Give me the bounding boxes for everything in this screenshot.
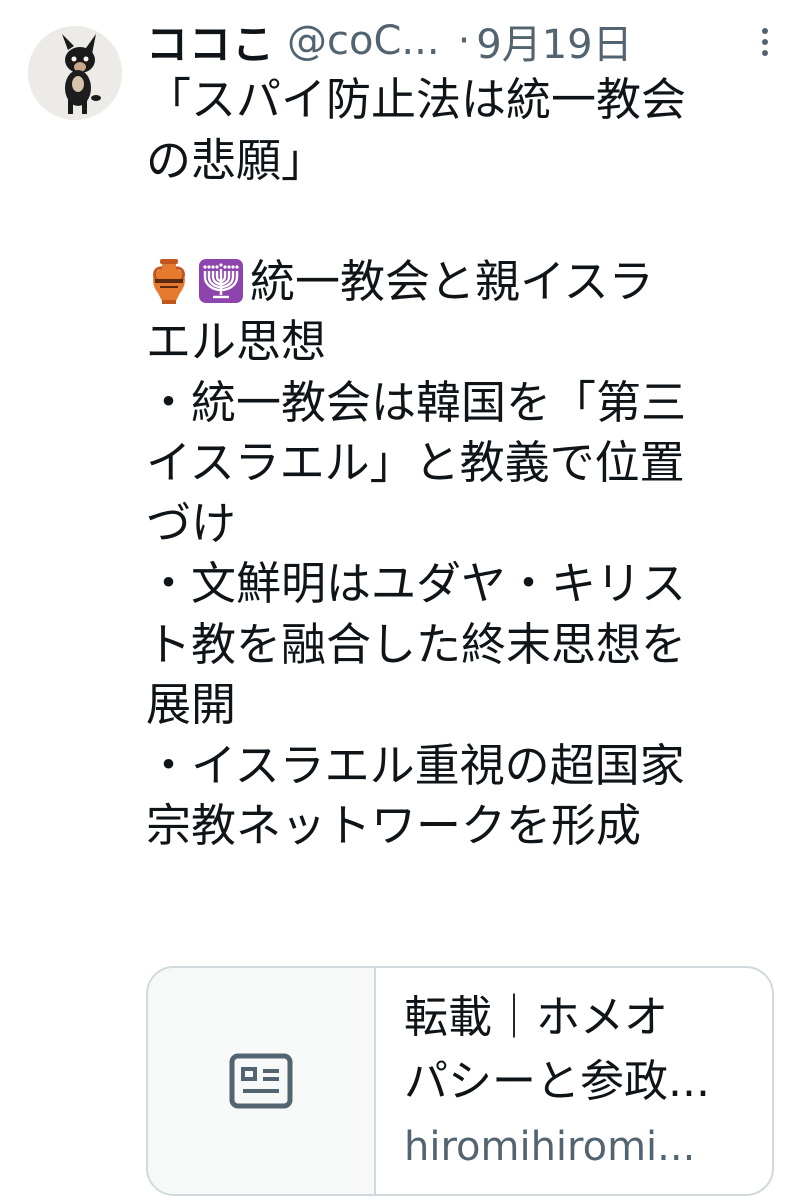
- tweet-text-line: 宗教ネットワークを形成: [146, 799, 642, 852]
- tweet-text-line: エル思想: [146, 315, 327, 368]
- tweet-text-line: づけ: [146, 496, 237, 550]
- author-avatar[interactable]: [28, 26, 122, 120]
- card-domain: hiromihiromi...: [404, 1124, 696, 1170]
- author-handle[interactable]: @coC...: [287, 18, 440, 64]
- tweet-text-line: 「スパイ防止法は統一教会: [146, 73, 687, 126]
- amphora-emoji: [146, 257, 192, 305]
- card-title-line: パシーと参政...: [404, 1056, 710, 1107]
- tweet-text-line: ト教を融合した終末思想を: [146, 617, 687, 671]
- tweet-text: 「スパイ防止法は統一教会 の悲願」 統一教会と親イスラエル思想・統一教会は韓国を「…: [146, 70, 786, 857]
- tweet-text-line: の悲願」: [146, 133, 327, 187]
- tweet-text-line: 統一教会と親イスラ: [250, 254, 654, 308]
- tweet-text-line: 展開: [146, 678, 237, 731]
- tweet-text-line: ・統一教会は韓国を「第三: [146, 375, 687, 429]
- separator-dot: ·: [457, 18, 471, 64]
- article-icon: [229, 1053, 293, 1109]
- more-options-icon[interactable]: [745, 22, 785, 62]
- menorah-emoji: [198, 257, 244, 305]
- tweet-date[interactable]: 9月19日: [476, 12, 632, 70]
- chihuahua-avatar-image: [28, 26, 122, 120]
- card-thumbnail: [148, 968, 376, 1194]
- tweet-text-line-blank: [146, 191, 786, 252]
- link-preview-card[interactable]: 転載｜ホメオ パシーと参政... hiromihiromi...: [146, 966, 774, 1196]
- tweet-header: ココこ @coC... · 9月19日: [146, 12, 786, 70]
- author-name[interactable]: ココこ: [146, 11, 275, 72]
- card-text: 転載｜ホメオ パシーと参政... hiromihiromi...: [404, 986, 764, 1176]
- tweet-text-line-emoji: 統一教会と親イスラ: [146, 252, 786, 313]
- card-title-line: 転載｜ホメオ: [404, 992, 668, 1043]
- tweet-text-line: ・文鮮明はユダヤ・キリス: [146, 557, 687, 610]
- tweet-text-line: ・イスラエル重視の超国家: [146, 738, 685, 792]
- tweet-text-line: イスラエル」と教義で位置: [146, 436, 685, 489]
